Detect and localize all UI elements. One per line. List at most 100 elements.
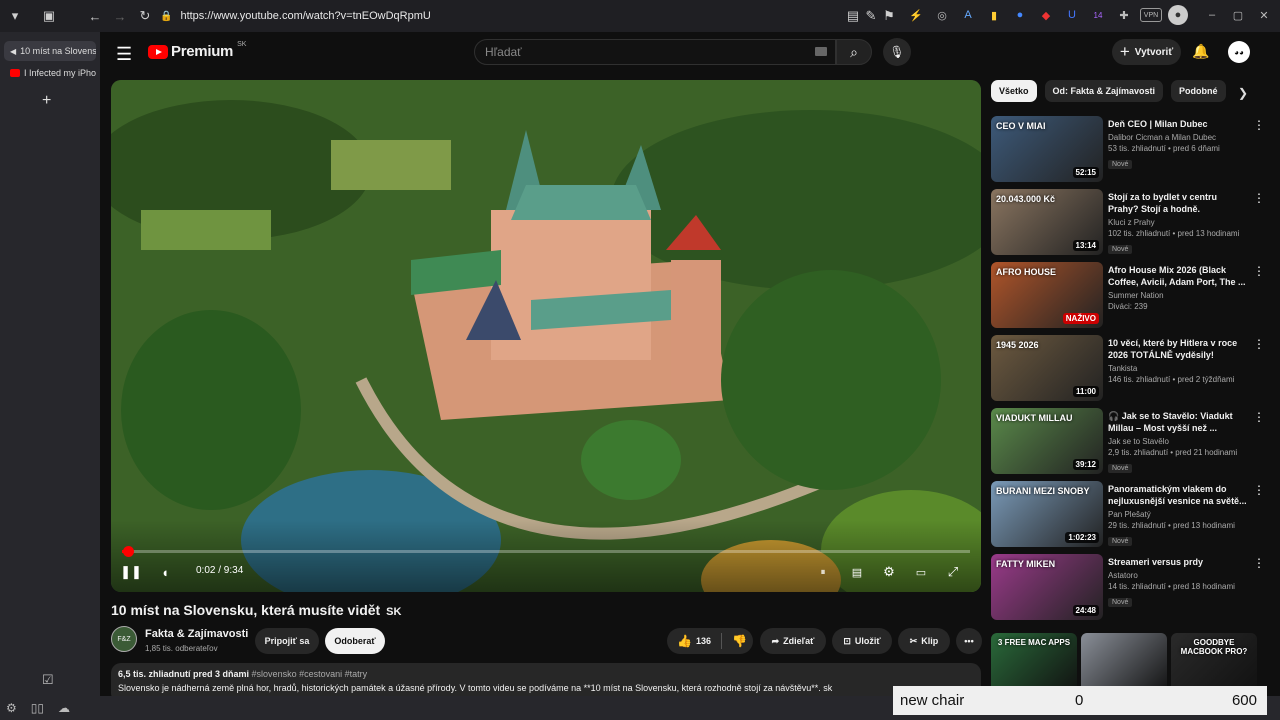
subtitles-icon[interactable]: ▤ bbox=[849, 564, 865, 580]
kebab-menu-icon[interactable]: ⋮ bbox=[1253, 337, 1265, 351]
chip-all[interactable]: Všetko bbox=[991, 80, 1037, 102]
extension-icon[interactable]: ◎ bbox=[932, 5, 952, 25]
puzzle-icon[interactable]: ✚ bbox=[1114, 5, 1134, 25]
pause-icon[interactable]: ❚❚ bbox=[120, 564, 142, 580]
extension-icon[interactable]: A bbox=[958, 5, 978, 25]
thumbs-down-icon[interactable]: 👎 bbox=[732, 634, 747, 648]
recommendation-card[interactable]: 1945 2026 11:00 10 věcí, které by Hitlera … bbox=[991, 335, 1267, 401]
tiling-icon[interactable]: ▯▯ bbox=[31, 701, 44, 715]
kebab-menu-icon[interactable]: ⋮ bbox=[1253, 410, 1265, 424]
channel-avatar[interactable]: F&Z bbox=[111, 626, 137, 652]
panel-toggle-icon[interactable]: ▣ bbox=[38, 5, 60, 27]
channel-name[interactable]: Fakta & Zajímavosti bbox=[145, 628, 248, 640]
fullscreen-icon[interactable]: ⤢ bbox=[945, 564, 961, 580]
thumbs-up-icon[interactable]: 👍 bbox=[677, 634, 692, 648]
voice-search-button[interactable]: 🎙 bbox=[883, 38, 911, 66]
video-thumbnail[interactable]: 1945 2026 11:00 bbox=[991, 335, 1103, 401]
share-button[interactable]: ➦ Zdieľať bbox=[760, 628, 826, 654]
like-count[interactable]: 136 bbox=[696, 636, 711, 646]
recommendation-title[interactable]: 10 věcí, které by Hitlera v roce 2026 TO… bbox=[1108, 337, 1248, 361]
extension-counter-icon[interactable]: 14 bbox=[1088, 5, 1108, 25]
settings-gear-icon[interactable]: ⚙ bbox=[881, 564, 897, 580]
video-thumbnail[interactable] bbox=[1081, 633, 1167, 693]
recommendation-channel[interactable]: Dalibor Cicman a Milan Dubec bbox=[1108, 133, 1248, 142]
subscribe-button[interactable]: Odoberať bbox=[325, 628, 385, 654]
video-thumbnail[interactable]: FATTY MIKEN 24:48 bbox=[991, 554, 1103, 620]
recommendation-title[interactable]: Deň CEO | Milan Dubec bbox=[1108, 118, 1248, 130]
cloud-icon[interactable]: ☁ bbox=[58, 701, 70, 715]
more-actions-button[interactable]: ••• bbox=[956, 628, 982, 654]
recommendation-card[interactable]: AFRO HOUSE NAŽIVO Afro House Mix 2026 (Bla… bbox=[991, 262, 1267, 328]
close-icon[interactable]: ✕ bbox=[1254, 5, 1274, 25]
extension-icon[interactable]: ▮ bbox=[984, 5, 1004, 25]
kebab-menu-icon[interactable]: ⋮ bbox=[1253, 483, 1265, 497]
new-tab-button[interactable]: + bbox=[42, 92, 51, 110]
chip-from-channel[interactable]: Od: Fakta & Zajímavosti bbox=[1044, 80, 1164, 102]
recommendation-channel[interactable]: Kluci z Prahy bbox=[1108, 218, 1248, 227]
recommendation-title[interactable]: Panoramatickým vlakem do nejluxusnější v… bbox=[1108, 483, 1248, 507]
extension-icon[interactable]: ◆ bbox=[1036, 5, 1056, 25]
hamburger-menu-icon[interactable]: ☰ bbox=[116, 44, 132, 65]
profile-avatar[interactable]: ● bbox=[1168, 5, 1188, 25]
recommendation-title[interactable]: Streameri versus prdy bbox=[1108, 556, 1248, 568]
recommendation-card[interactable]: 20.043.000 Kč 13:14 Stojí za to bydlet v c… bbox=[991, 189, 1267, 255]
video-thumbnail[interactable]: AFRO HOUSE NAŽIVO bbox=[991, 262, 1103, 328]
address-bar[interactable]: 🔒 https://www.youtube.com/watch?v=tnEOwD… bbox=[160, 6, 880, 26]
kebab-menu-icon[interactable]: ⋮ bbox=[1253, 191, 1265, 205]
save-button[interactable]: ⊡ Uložiť bbox=[832, 628, 892, 654]
settings-icon[interactable]: ⚙ bbox=[6, 701, 17, 715]
vivaldi-menu-icon[interactable]: ▾ bbox=[4, 5, 26, 27]
video-thumbnail[interactable]: 20.043.000 Kč 13:14 bbox=[991, 189, 1103, 255]
recommendation-channel[interactable]: Pan Plešatý bbox=[1108, 510, 1248, 519]
video-thumbnail[interactable]: 3 FREE MAC APPS bbox=[991, 633, 1077, 693]
tab-item[interactable]: ◀ 10 míst na Slovensku bbox=[4, 41, 96, 61]
recommendation-channel[interactable]: Summer Nation bbox=[1108, 291, 1248, 300]
description-box[interactable]: 6,5 tis. zhliadnutí pred 3 dňami #sloven… bbox=[111, 663, 981, 696]
chip-related[interactable]: Podobné bbox=[1171, 80, 1226, 102]
extension-icon[interactable]: U bbox=[1062, 5, 1082, 25]
search-button[interactable]: ⌕ bbox=[836, 39, 872, 65]
autoplay-toggle-icon[interactable]: ⏸ bbox=[815, 564, 831, 580]
minimize-icon[interactable]: – bbox=[1202, 5, 1222, 25]
notifications-bell-icon[interactable]: 🔔 bbox=[1192, 43, 1209, 60]
video-thumbnail[interactable]: CEO V MIAI 52:15 bbox=[991, 116, 1103, 182]
kebab-menu-icon[interactable]: ⋮ bbox=[1253, 556, 1265, 570]
recommendation-card[interactable]: CEO V MIAI 52:15 Deň CEO | Milan Dubec Dali… bbox=[991, 116, 1267, 182]
video-thumbnail[interactable]: BURANI MEZI SNOBY 1:02:23 bbox=[991, 481, 1103, 547]
vpn-badge[interactable]: VPN bbox=[1140, 8, 1162, 22]
youtube-logo[interactable]: Premium SK bbox=[148, 41, 246, 60]
video-player[interactable]: ❚❚ ◖ 0:02 / 9:34 ⏸ ▤ ⚙ ▭ ⤢ bbox=[111, 80, 981, 592]
chevron-right-icon[interactable]: ❯ bbox=[1238, 86, 1248, 100]
bookmark-icon[interactable]: ⚑ bbox=[878, 5, 900, 27]
join-button[interactable]: Pripojiť sa bbox=[255, 628, 319, 654]
recommendation-card[interactable]: BURANI MEZI SNOBY 1:02:23 Panoramatickým v… bbox=[991, 481, 1267, 547]
recommendation-title[interactable]: Afro House Mix 2026 (Black Coffee, Avici… bbox=[1108, 264, 1248, 288]
back-icon[interactable]: ← bbox=[84, 5, 106, 27]
forward-icon[interactable]: → bbox=[109, 5, 131, 27]
theater-mode-icon[interactable]: ▭ bbox=[913, 564, 929, 580]
maximize-icon[interactable]: ▢ bbox=[1228, 5, 1248, 25]
account-avatar[interactable]: ◕◕ bbox=[1228, 41, 1250, 63]
clip-button[interactable]: ✂ Klip bbox=[898, 628, 950, 654]
trash-icon[interactable]: ☑ bbox=[42, 672, 54, 688]
kebab-menu-icon[interactable]: ⋮ bbox=[1253, 118, 1265, 132]
tab-item[interactable]: I Infected my iPhon bbox=[4, 63, 96, 83]
recommendation-channel[interactable]: Astatoro bbox=[1108, 571, 1248, 580]
recommendation-card[interactable]: FATTY MIKEN 24:48 Streameri versus prdy Ast… bbox=[991, 554, 1267, 620]
recommendation-channel[interactable]: Jak se to Stavělo bbox=[1108, 437, 1248, 446]
reload-icon[interactable]: ↻ bbox=[134, 5, 156, 27]
search-input[interactable]: Hľadať bbox=[474, 39, 836, 65]
volume-icon[interactable]: ◖ bbox=[157, 564, 173, 580]
video-thumbnail[interactable]: VIADUKT MILLAU 39:12 bbox=[991, 408, 1103, 474]
recommendation-channel[interactable]: Tankista bbox=[1108, 364, 1248, 373]
kebab-menu-icon[interactable]: ⋮ bbox=[1253, 264, 1265, 278]
hashtags[interactable]: #slovensko #cestovani #tatry bbox=[252, 669, 368, 679]
keyboard-icon[interactable] bbox=[815, 47, 827, 56]
recommendation-title[interactable]: 🎧 Jak se to Stavělo: Viadukt Millau – Mo… bbox=[1108, 410, 1248, 434]
extension-icon[interactable]: ⚡ bbox=[906, 5, 926, 25]
video-progress-bar[interactable] bbox=[122, 546, 970, 557]
create-button[interactable]: + Vytvoriť bbox=[1112, 39, 1181, 65]
extension-icon[interactable]: ● bbox=[1010, 5, 1030, 25]
recommendation-card[interactable]: VIADUKT MILLAU 39:12 🎧 Jak se to Stavělo: … bbox=[991, 408, 1267, 474]
video-thumbnail[interactable]: GOODBYE MACBOOK PRO? bbox=[1171, 633, 1257, 693]
